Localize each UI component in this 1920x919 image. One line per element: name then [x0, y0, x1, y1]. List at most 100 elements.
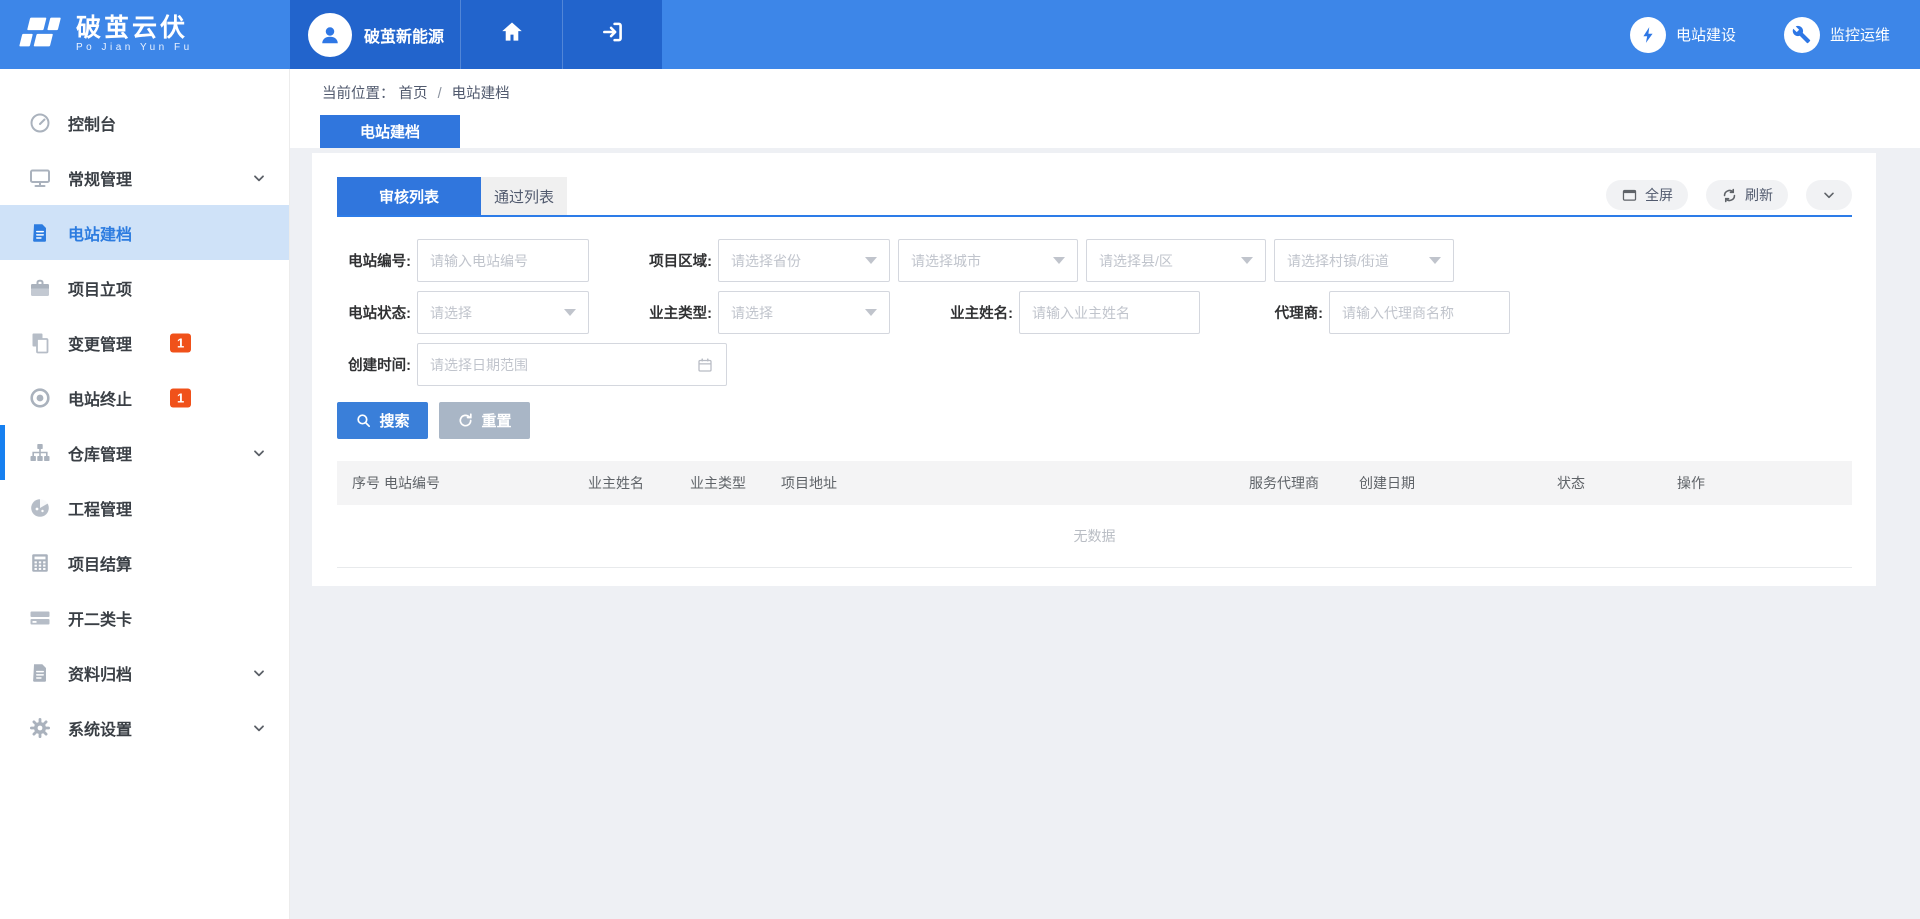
owner-name-input[interactable] — [1019, 291, 1200, 334]
chevron-down-icon — [251, 445, 267, 461]
sidebar-item-project-initiation[interactable]: 项目立项 — [0, 260, 289, 315]
avatar — [308, 13, 352, 57]
sidebar-item-document-archive[interactable]: 资料归档 — [0, 645, 289, 700]
agent-label: 代理商: — [1249, 302, 1323, 323]
fullscreen-button[interactable]: 全屏 — [1606, 180, 1688, 210]
sidebar-item-dashboard[interactable]: 控制台 — [0, 95, 289, 150]
station-status-label: 电站状态: — [337, 302, 411, 323]
card-icon — [28, 606, 52, 630]
date-range-picker[interactable]: 请选择日期范围 — [417, 343, 727, 386]
county-select[interactable]: 请选择县/区 — [1086, 239, 1266, 282]
notification-badge: 1 — [170, 388, 191, 407]
notification-badge: 1 — [170, 333, 191, 352]
page-tab-station-filing[interactable]: 电站建档 — [320, 115, 460, 148]
tab-review-list[interactable]: 审核列表 — [337, 177, 481, 215]
sidebar-item-label: 系统设置 — [68, 716, 132, 740]
refresh-icon — [1721, 187, 1738, 204]
sidebar-item-project-settlement[interactable]: 项目结算 — [0, 535, 289, 590]
caret-down-icon — [865, 309, 877, 316]
breadcrumb: 当前位置： 首页 / 电站建档 — [322, 82, 510, 103]
panel-tools: 全屏 刷新 — [1606, 180, 1852, 210]
fullscreen-icon — [1621, 187, 1638, 204]
sidebar-item-label: 电站终止 — [68, 386, 132, 410]
gear-icon — [28, 716, 52, 740]
sidebar-item-label: 仓库管理 — [68, 441, 132, 465]
brand-logo: 破茧云伏 Po Jian Yun Fu — [0, 0, 290, 69]
sidebar-item-general-mgmt[interactable]: 常规管理 — [0, 150, 289, 205]
empty-text: 无数据 — [337, 505, 1852, 567]
refresh-button[interactable]: 刷新 — [1706, 180, 1788, 210]
caret-down-icon — [1241, 257, 1253, 264]
fullscreen-label: 全屏 — [1645, 185, 1673, 205]
col-actions: 操作 — [1677, 461, 1852, 505]
caret-down-icon — [564, 309, 576, 316]
search-button[interactable]: 搜索 — [337, 402, 428, 439]
filter-form: 电站编号: 项目区域: 请选择省份 请选择城市 请选择县/区 请选择村镇/街道 … — [337, 239, 1852, 386]
chevron-down-icon — [1821, 187, 1837, 203]
collapse-button[interactable] — [1806, 180, 1852, 210]
calendar-icon — [696, 356, 714, 374]
wrench-icon — [1784, 17, 1820, 53]
sitemap-icon — [28, 441, 52, 465]
agent-input[interactable] — [1329, 291, 1510, 334]
col-project-address: 项目地址 — [781, 461, 1249, 505]
file-icon — [28, 221, 52, 245]
breadcrumb-current: 电站建档 — [452, 86, 510, 102]
empty-row: 无数据 — [337, 505, 1852, 567]
sidebar-item-change-mgmt[interactable]: 变更管理 1 — [0, 315, 289, 370]
user-account-button[interactable]: 破茧新能源 — [290, 0, 460, 69]
chevron-down-icon — [251, 665, 267, 681]
owner-type-select[interactable]: 请选择 — [718, 291, 890, 334]
reset-icon — [457, 412, 474, 429]
chevron-down-icon — [251, 720, 267, 736]
station-code-label: 电站编号: — [337, 250, 411, 271]
sidebar-item-label: 项目结算 — [68, 551, 132, 575]
reset-label: 重置 — [481, 410, 511, 431]
filter-actions: 搜索 重置 — [337, 402, 1852, 439]
tab-approved-list[interactable]: 通过列表 — [481, 177, 567, 215]
province-select[interactable]: 请选择省份 — [718, 239, 890, 282]
sidebar-item-station-filing[interactable]: 电站建档 — [0, 205, 289, 260]
breadcrumb-home-link[interactable]: 首页 — [399, 86, 428, 102]
monitor-icon — [28, 166, 52, 190]
chevron-down-icon — [251, 170, 267, 186]
sidebar-item-engineering-mgmt[interactable]: 工程管理 — [0, 480, 289, 535]
station-code-input[interactable] — [417, 239, 589, 282]
col-create-date: 创建日期 — [1359, 461, 1557, 505]
solar-logo-icon — [18, 12, 64, 57]
module-label: 监控运维 — [1830, 24, 1890, 45]
sidebar-item-station-termination[interactable]: 电站终止 1 — [0, 370, 289, 425]
logout-button[interactable] — [562, 0, 662, 69]
table-header-row: 序号 电站编号 业主姓名 业主类型 项目地址 服务代理商 创建日期 状态 操作 — [337, 461, 1852, 505]
village-select[interactable]: 请选择村镇/街道 — [1274, 239, 1454, 282]
brand-title: 破茧云伏 — [76, 15, 193, 41]
records-table: 序号 电站编号 业主姓名 业主类型 项目地址 服务代理商 创建日期 状态 操作 … — [337, 461, 1852, 568]
breadcrumb-bar: 当前位置： 首页 / 电站建档 电站建档 — [290, 69, 1920, 148]
module-station-build[interactable]: 电站建设 — [1630, 17, 1736, 53]
top-header: 破茧云伏 Po Jian Yun Fu 破茧新能源 — [0, 0, 1920, 69]
module-monitor-ops[interactable]: 监控运维 — [1784, 17, 1890, 53]
module-label: 电站建设 — [1676, 24, 1736, 45]
brand-subtitle: Po Jian Yun Fu — [76, 41, 193, 54]
breadcrumb-label: 当前位置： — [322, 86, 395, 102]
sidebar-item-warehouse-mgmt[interactable]: 仓库管理 — [0, 425, 289, 480]
pie-icon — [28, 496, 52, 520]
caret-down-icon — [1053, 257, 1065, 264]
sidebar-item-system-settings[interactable]: 系统设置 — [0, 700, 289, 755]
create-time-label: 创建时间: — [337, 354, 411, 375]
col-index: 序号 — [337, 461, 384, 505]
briefcase-icon — [28, 276, 52, 300]
home-button[interactable] — [460, 0, 562, 69]
sidebar-item-label: 控制台 — [68, 111, 116, 135]
gauge-icon — [28, 111, 52, 135]
col-owner-name: 业主姓名 — [588, 461, 690, 505]
breadcrumb-separator: / — [438, 86, 442, 102]
reset-button[interactable]: 重置 — [439, 402, 530, 439]
pages-icon — [28, 331, 52, 355]
header-module-switch: 电站建设 监控运维 — [662, 0, 1920, 69]
city-select[interactable]: 请选择城市 — [898, 239, 1078, 282]
station-status-select[interactable]: 请选择 — [417, 291, 589, 334]
user-icon — [315, 20, 345, 50]
sidebar-item-open-card[interactable]: 开二类卡 — [0, 590, 289, 645]
refresh-label: 刷新 — [1745, 185, 1773, 205]
